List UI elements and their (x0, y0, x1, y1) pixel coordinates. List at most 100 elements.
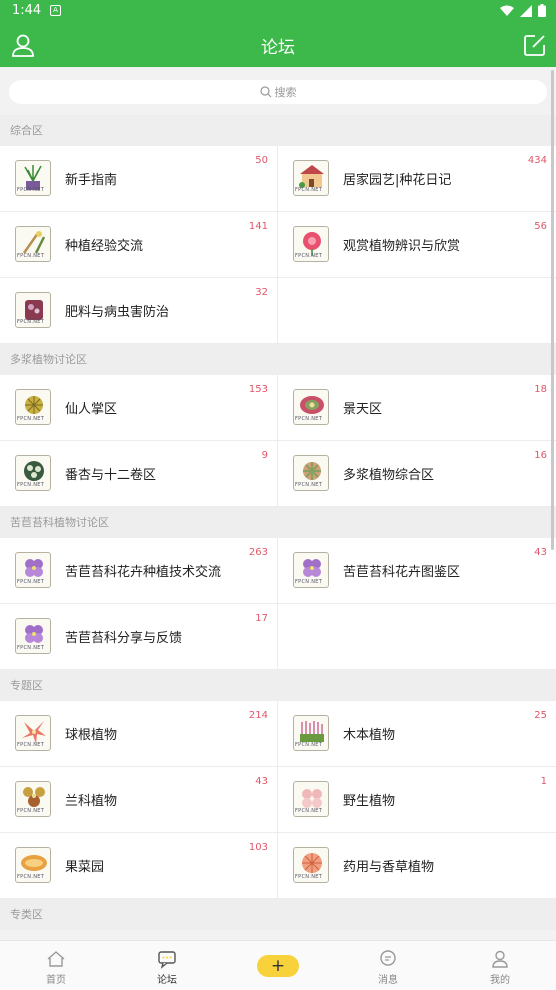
section-grid: FPCN.NET 苦苣苔科花卉种植技术交流 263 FPCN.NET 苦苣苔科花… (0, 538, 556, 670)
garden-house-icon: FPCN.NET (293, 160, 329, 196)
forum-board[interactable]: FPCN.NET 苦苣苔科花卉图鉴区 43 (278, 538, 556, 604)
nav-mine[interactable]: 我的 (470, 949, 530, 986)
forum-board[interactable]: FPCN.NET 木本植物 25 (278, 701, 556, 767)
section-grid: FPCN.NET 球根植物 214 FPCN.NET 木本植物 25 FPCN.… (0, 701, 556, 899)
forum-board-count: 16 (534, 450, 547, 461)
gardening-tools-icon: FPCN.NET (15, 226, 51, 262)
forum-board-count: 9 (261, 450, 268, 461)
status-bar: 1:44 A (0, 0, 556, 22)
nav-messages[interactable]: 消息 (358, 949, 418, 986)
signal-icon (520, 4, 532, 17)
forum-board-count: 103 (248, 842, 268, 853)
forum-board-name: 果菜园 (65, 860, 105, 875)
forum-list[interactable]: 搜索 综合区 FPCN.NET 新手指南 50 FPCN.NET 居家园艺|种花… (0, 67, 556, 940)
message-icon (380, 950, 396, 966)
icon-tag: FPCN.NET (295, 187, 323, 193)
search-input[interactable]: 搜索 (9, 80, 547, 104)
echeveria-icon: FPCN.NET (293, 455, 329, 491)
scrollbar[interactable] (551, 70, 554, 550)
icon-tag: FPCN.NET (295, 742, 323, 748)
forum-board[interactable]: FPCN.NET 果菜园 103 (0, 833, 278, 899)
search-icon (259, 86, 271, 98)
nav-home-label: 首页 (46, 975, 66, 986)
forum-board-count: 263 (248, 547, 268, 558)
lily-icon: FPCN.NET (15, 715, 51, 751)
forum-board[interactable]: FPCN.NET 苦苣苔科分享与反馈 17 (0, 604, 278, 670)
forum-board[interactable]: FPCN.NET 兰科植物 43 (0, 767, 278, 833)
forum-board-count: 1 (540, 776, 547, 787)
forum-board[interactable]: FPCN.NET 观赏植物辨识与欣赏 56 (278, 212, 556, 278)
forum-board[interactable]: FPCN.NET 苦苣苔科花卉种植技术交流 263 (0, 538, 278, 604)
forum-board-name: 仙人掌区 (65, 402, 118, 417)
herb-flower-icon: FPCN.NET (293, 847, 329, 883)
icon-tag: FPCN.NET (295, 874, 323, 880)
icon-tag: FPCN.NET (17, 187, 45, 193)
forum-board-name: 新手指南 (65, 173, 118, 188)
forum-board[interactable]: FPCN.NET 药用与香草植物 (278, 833, 556, 899)
icon-tag: FPCN.NET (17, 742, 45, 748)
empty-cell (278, 278, 556, 344)
nav-forum[interactable]: 论坛 (137, 949, 197, 986)
section-grid: FPCN.NET 新手指南 50 FPCN.NET 居家园艺|种花日记 434 … (0, 146, 556, 344)
flower-icon: FPCN.NET (293, 226, 329, 262)
forum-board-count: 214 (248, 710, 268, 721)
fertilizer-icon: FPCN.NET (15, 292, 51, 328)
icon-tag: FPCN.NET (295, 579, 323, 585)
forum-board-name: 番杏与十二卷区 (65, 468, 157, 483)
forum-board[interactable]: FPCN.NET 球根植物 214 (0, 701, 278, 767)
status-time: 1:44 (12, 3, 42, 18)
empty-cell (278, 604, 556, 670)
wildflower-icon: FPCN.NET (293, 781, 329, 817)
nav-forum-label: 论坛 (157, 975, 177, 986)
icon-tag: FPCN.NET (17, 253, 45, 259)
icon-tag: FPCN.NET (295, 482, 323, 488)
battery-icon (538, 4, 546, 17)
nav-messages-label: 消息 (378, 975, 398, 986)
home-icon (47, 951, 65, 967)
forum-board[interactable]: FPCN.NET 居家园艺|种花日记 434 (278, 146, 556, 212)
icon-tag: FPCN.NET (295, 416, 323, 422)
status-icons (500, 4, 546, 17)
forum-board[interactable]: FPCN.NET 景天区 18 (278, 375, 556, 441)
search-bar: 搜索 (0, 67, 556, 115)
forum-board[interactable]: FPCN.NET 种植经验交流 141 (0, 212, 278, 278)
shrub-icon: FPCN.NET (293, 715, 329, 751)
forum-board[interactable]: FPCN.NET 多浆植物综合区 16 (278, 441, 556, 507)
search-placeholder: 搜索 (274, 86, 297, 99)
page-title: 论坛 (261, 38, 295, 58)
plant-pot-icon: FPCN.NET (15, 160, 51, 196)
forum-board-count: 50 (255, 155, 268, 166)
forum-board-count: 153 (248, 384, 268, 395)
forum-chat-icon (158, 951, 176, 969)
violet-flower-icon: FPCN.NET (15, 618, 51, 654)
section-grid: FPCN.NET 仙人掌区 153 FPCN.NET 景天区 18 FPCN.N… (0, 375, 556, 507)
forum-board-count: 43 (255, 776, 268, 787)
app-notification-icon: A (50, 5, 61, 16)
succulent-icon: FPCN.NET (293, 389, 329, 425)
icon-tag: FPCN.NET (17, 579, 45, 585)
forum-board-count: 25 (534, 710, 547, 721)
forum-board[interactable]: FPCN.NET 仙人掌区 153 (0, 375, 278, 441)
forum-board[interactable]: FPCN.NET 野生植物 1 (278, 767, 556, 833)
forum-board-count: 43 (534, 547, 547, 558)
add-post-button[interactable]: + (257, 955, 299, 977)
forum-board[interactable]: FPCN.NET 新手指南 50 (0, 146, 278, 212)
forum-board-name: 苦苣苔科花卉图鉴区 (343, 565, 461, 580)
icon-tag: FPCN.NET (17, 645, 45, 651)
forum-board[interactable]: FPCN.NET 番杏与十二卷区 9 (0, 441, 278, 507)
forum-board[interactable]: FPCN.NET 肥料与病虫害防治 32 (0, 278, 278, 344)
section-header: 多浆植物讨论区 (0, 344, 556, 375)
forum-board-name: 野生植物 (343, 794, 396, 809)
forum-board-name: 苦苣苔科花卉种植技术交流 (65, 565, 222, 580)
bottom-nav: 首页 论坛 + 消息 我的 (0, 940, 556, 990)
forum-board-count: 141 (248, 221, 268, 232)
forum-board-name: 苦苣苔科分享与反馈 (65, 631, 183, 646)
compose-icon[interactable] (522, 32, 548, 58)
app-bar: 论坛 (0, 22, 556, 67)
forum-board-name: 肥料与病虫害防治 (65, 305, 170, 320)
forum-board-count: 18 (534, 384, 547, 395)
nav-home[interactable]: 首页 (26, 949, 86, 986)
forum-board-name: 球根植物 (65, 728, 118, 743)
icon-tag: FPCN.NET (295, 808, 323, 814)
forum-board-name: 居家园艺|种花日记 (343, 173, 452, 188)
